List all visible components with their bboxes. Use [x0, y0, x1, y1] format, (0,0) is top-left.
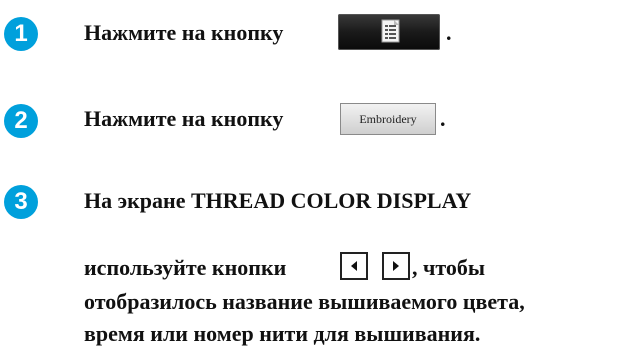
step-number-1: 1	[4, 17, 38, 51]
arrow-right-icon	[393, 261, 399, 271]
step-3-line-2-end: , чтобы	[412, 255, 486, 280]
step-3-line-1: На экране THREAD COLOR DISPLAY	[84, 188, 472, 213]
thread-list-button[interactable]	[338, 14, 440, 50]
step-1-period: .	[446, 20, 452, 45]
next-color-button[interactable]	[382, 252, 410, 280]
embroidery-button[interactable]: Embroidery	[340, 103, 436, 135]
step-3-line-3: отобразилось название вышиваемого цвета,	[84, 289, 525, 314]
step-3-line-2-start: используйте кнопки	[84, 255, 287, 280]
step-number-2: 2	[4, 104, 38, 138]
step-3-line-4: время или номер нити для вышивания.	[84, 321, 481, 346]
previous-color-button[interactable]	[340, 252, 368, 280]
thread-list-icon	[381, 19, 400, 43]
arrow-left-icon	[351, 261, 357, 271]
step-2-text: Нажмите на кнопку	[84, 106, 284, 131]
step-number-3: 3	[4, 185, 38, 219]
step-2-period: .	[440, 106, 446, 131]
step-1-text: Нажмите на кнопку	[84, 20, 284, 45]
